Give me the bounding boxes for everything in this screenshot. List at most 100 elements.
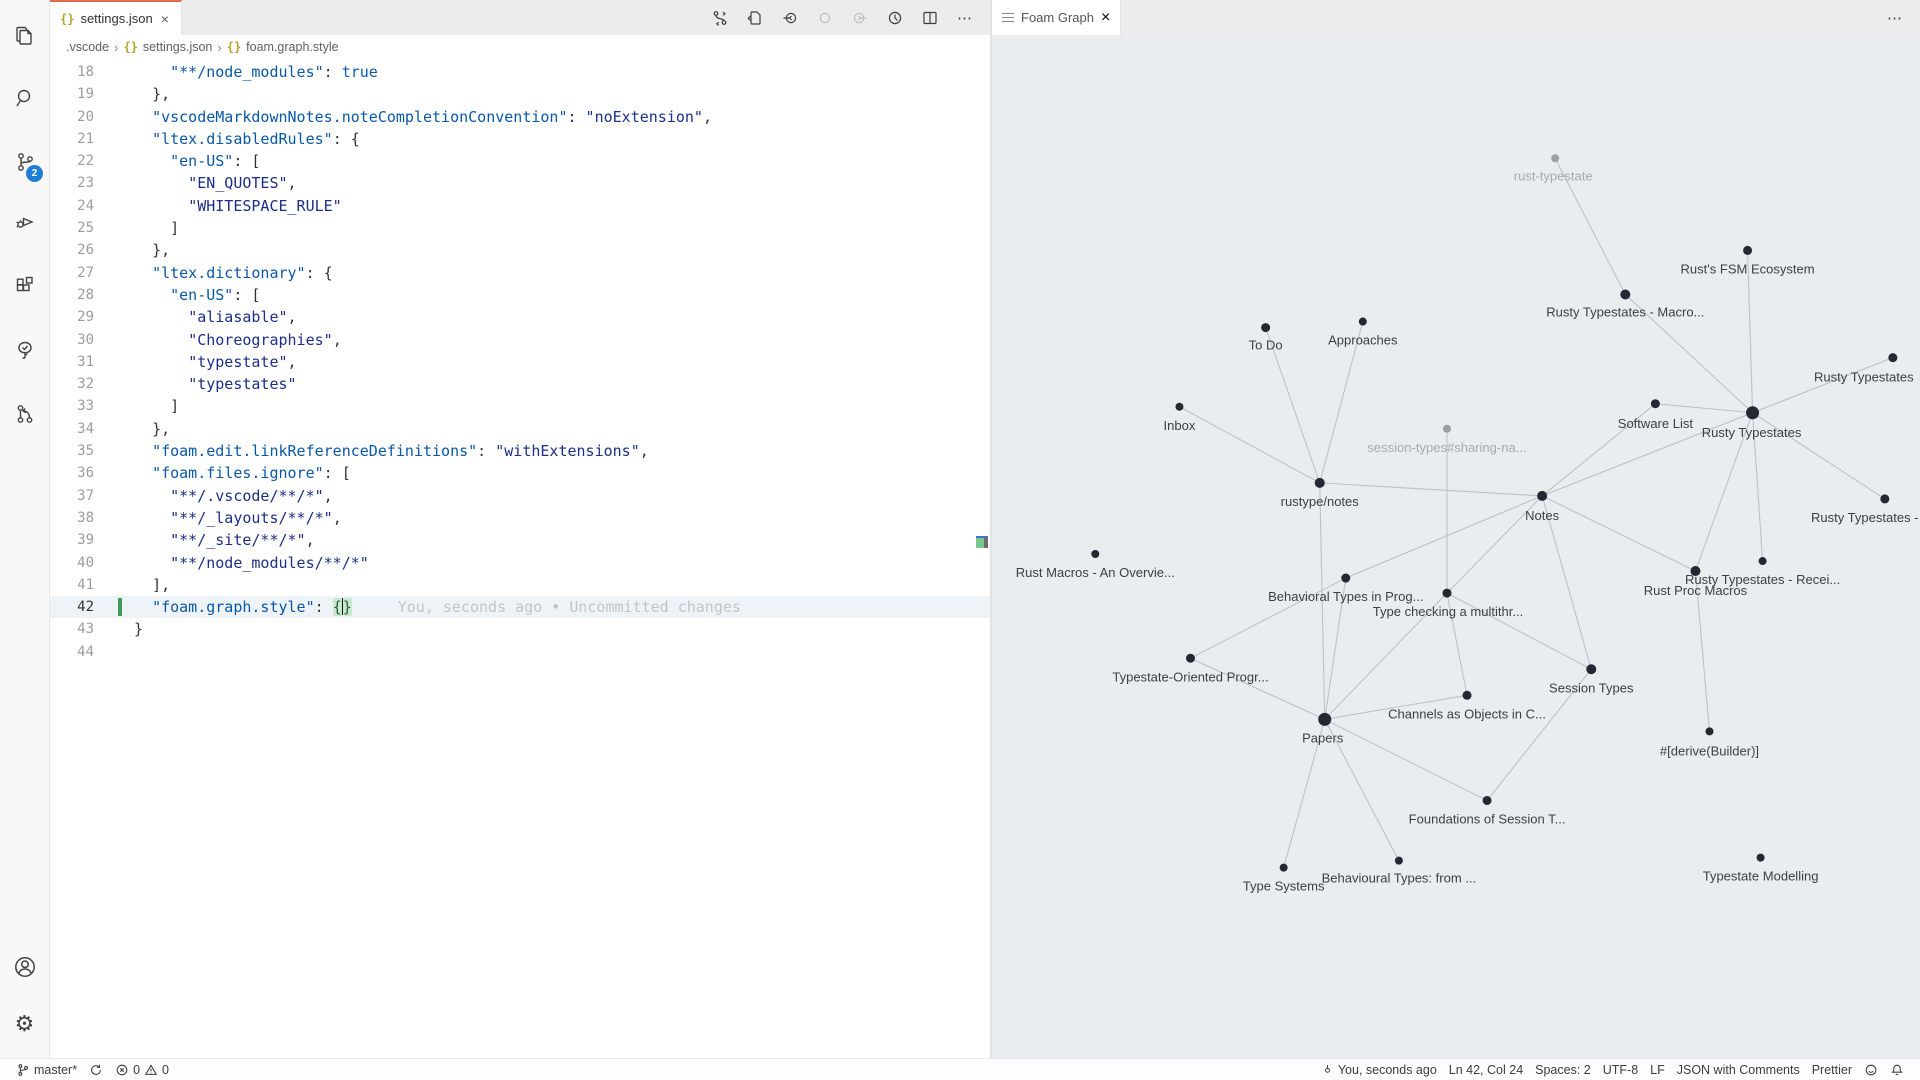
previous-change-button[interactable] <box>777 5 803 31</box>
search-icon[interactable] <box>0 74 49 122</box>
code-line[interactable]: 36 "foam.files.ignore": [ <box>50 462 990 484</box>
graph-node[interactable] <box>1537 491 1547 501</box>
code-line[interactable]: 38 "**/_layouts/**/*", <box>50 507 990 529</box>
code-line[interactable]: 35 "foam.edit.linkReferenceDefinitions":… <box>50 440 990 462</box>
more-actions-button[interactable]: ⋯ <box>952 5 978 31</box>
code-line[interactable]: 27 "ltex.dictionary": { <box>50 262 990 284</box>
more-actions-button[interactable]: ⋯ <box>1882 5 1908 31</box>
graph-node[interactable] <box>1463 691 1472 700</box>
timeline-button[interactable] <box>882 5 908 31</box>
blame-status[interactable]: You, seconds ago <box>1315 1059 1443 1080</box>
graph-edge <box>1190 658 1324 719</box>
breadcrumb-symbol[interactable]: foam.graph.style <box>246 40 338 54</box>
breadcrumb-file[interactable]: settings.json <box>143 40 212 54</box>
graph-node[interactable] <box>1261 323 1270 332</box>
extensions-icon[interactable] <box>0 262 49 310</box>
account-icon[interactable] <box>0 943 49 991</box>
code-line[interactable]: 32 "typestates" <box>50 373 990 395</box>
explorer-icon[interactable] <box>0 12 49 60</box>
graph-node[interactable] <box>1395 857 1403 865</box>
source-control-icon[interactable]: 2 <box>0 138 49 186</box>
code-line[interactable]: 22 "en-US": [ <box>50 150 990 172</box>
tab-close-icon[interactable]: × <box>159 11 171 27</box>
breadcrumb-folder[interactable]: .vscode <box>66 40 109 54</box>
code-line[interactable]: 42 "foam.graph.style": {}You, seconds ag… <box>50 596 990 618</box>
code-line[interactable]: 29 "aliasable", <box>50 306 990 328</box>
code-line[interactable]: 23 "EN_QUOTES", <box>50 172 990 194</box>
graph-node[interactable] <box>1743 246 1752 255</box>
language-mode[interactable]: JSON with Comments <box>1671 1059 1806 1080</box>
code-line[interactable]: 40 "**/node_modules/**/*" <box>50 552 990 574</box>
change-marker-button[interactable] <box>812 5 838 31</box>
cursor-position[interactable]: Ln 42, Col 24 <box>1443 1059 1529 1080</box>
code-line[interactable]: 31 "typestate", <box>50 351 990 373</box>
code-line[interactable]: 39 "**/_site/**/*", <box>50 529 990 551</box>
graph-node[interactable] <box>1746 406 1759 419</box>
graph-node[interactable] <box>1175 403 1183 411</box>
sync-button[interactable] <box>83 1059 109 1080</box>
graph-node[interactable] <box>1586 664 1596 674</box>
tab-foam-graph[interactable]: Foam Graph × <box>992 0 1121 35</box>
code-line[interactable]: 34 }, <box>50 418 990 440</box>
graph-node-label: Behavioural Types: from ... <box>1322 871 1477 886</box>
split-editor-button[interactable] <box>917 5 943 31</box>
feedback-button[interactable] <box>1858 1059 1884 1080</box>
code-line[interactable]: 28 "en-US": [ <box>50 284 990 306</box>
graph-node[interactable] <box>1091 550 1099 558</box>
code-editor[interactable]: 18 "**/node_modules": true19 },20 "vscod… <box>50 59 990 1058</box>
line-number: 27 <box>50 262 114 284</box>
line-number: 19 <box>50 83 114 105</box>
eol[interactable]: LF <box>1644 1059 1671 1080</box>
code-line[interactable]: 30 "Choreographies", <box>50 329 990 351</box>
notifications-button[interactable] <box>1884 1059 1910 1080</box>
test-tree-icon[interactable] <box>0 326 49 374</box>
graph-node[interactable] <box>1551 154 1559 162</box>
code-line[interactable]: 18 "**/node_modules": true <box>50 61 990 83</box>
graph-node[interactable] <box>1280 864 1288 872</box>
graph-node[interactable] <box>1757 854 1765 862</box>
open-file-button[interactable] <box>742 5 768 31</box>
code-line[interactable]: 25 ] <box>50 217 990 239</box>
line-number: 28 <box>50 284 114 306</box>
tab-settings-json[interactable]: {} settings.json × <box>50 0 182 35</box>
compare-changes-button[interactable] <box>707 5 733 31</box>
graph-node[interactable] <box>1483 796 1492 805</box>
code-line[interactable]: 21 "ltex.disabledRules": { <box>50 128 990 150</box>
graph-node[interactable] <box>1651 399 1660 408</box>
tab-close-icon[interactable]: × <box>1101 9 1110 27</box>
graph-node[interactable] <box>1315 478 1325 488</box>
graph-node[interactable] <box>1443 425 1451 433</box>
line-number: 37 <box>50 485 114 507</box>
code-line[interactable]: 43} <box>50 618 990 640</box>
code-line[interactable]: 26 }, <box>50 239 990 261</box>
editor-group: {} settings.json × <box>50 0 990 1058</box>
graph-node[interactable] <box>1341 574 1350 583</box>
graph-node[interactable] <box>1888 353 1897 362</box>
graph-node[interactable] <box>1186 654 1195 663</box>
branch-status[interactable]: master* <box>10 1059 83 1080</box>
graph-node[interactable] <box>1359 318 1367 326</box>
next-change-button[interactable] <box>847 5 873 31</box>
code-line[interactable]: 41 ], <box>50 574 990 596</box>
code-line[interactable]: 19 }, <box>50 83 990 105</box>
graph-node[interactable] <box>1705 727 1713 735</box>
code-line[interactable]: 20 "vscodeMarkdownNotes.noteCompletionCo… <box>50 106 990 128</box>
code-line[interactable]: 37 "**/.vscode/**/*", <box>50 485 990 507</box>
graph-explorer-icon[interactable] <box>0 390 49 438</box>
formatter[interactable]: Prettier <box>1806 1059 1858 1080</box>
settings-gear-icon[interactable]: ⚙ <box>0 1000 49 1048</box>
code-line[interactable]: 24 "WHITESPACE_RULE" <box>50 195 990 217</box>
graph-node[interactable] <box>1620 289 1630 299</box>
graph-node-label: #[derive(Builder)] <box>1660 743 1759 758</box>
graph-node[interactable] <box>1442 589 1451 598</box>
foam-graph-canvas[interactable]: rust-typestateRust's FSM EcosystemRusty … <box>992 35 1920 1058</box>
run-debug-icon[interactable] <box>0 198 49 246</box>
code-line[interactable]: 44 <box>50 641 990 663</box>
graph-node[interactable] <box>1318 713 1331 726</box>
encoding[interactable]: UTF-8 <box>1597 1059 1644 1080</box>
graph-node[interactable] <box>1880 494 1889 503</box>
graph-node[interactable] <box>1759 557 1767 565</box>
indentation[interactable]: Spaces: 2 <box>1529 1059 1597 1080</box>
problems-status[interactable]: 0 0 <box>109 1059 175 1080</box>
code-line[interactable]: 33 ] <box>50 395 990 417</box>
